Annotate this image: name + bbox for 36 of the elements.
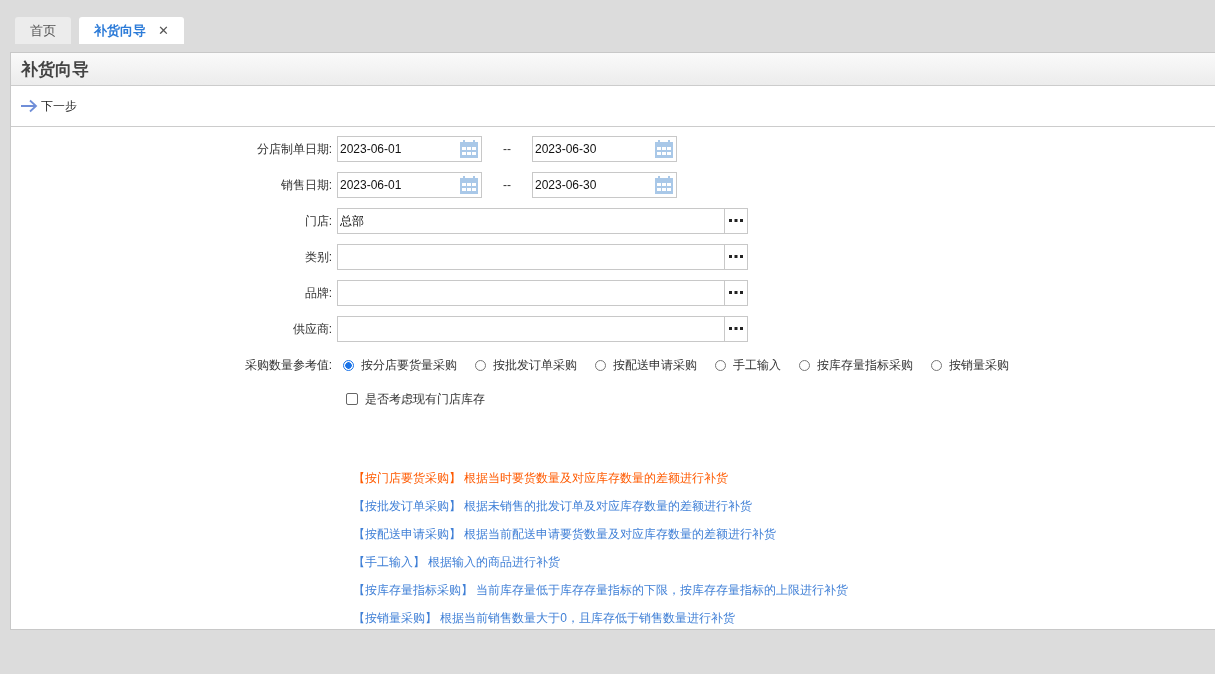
date-field[interactable]: 2023-06-01 bbox=[337, 172, 482, 198]
calendar-icon[interactable] bbox=[654, 175, 674, 195]
close-icon[interactable]: ✕ bbox=[158, 23, 169, 38]
radio-option[interactable]: 按分店要货量采购 bbox=[343, 356, 457, 374]
description-line: 【按配送申请采购】 根据当前配送申请要货数量及对应库存数量的差额进行补货 bbox=[353, 526, 778, 543]
tab[interactable]: 首页 bbox=[15, 17, 71, 44]
field-label: 供应商: bbox=[291, 320, 333, 338]
date-field[interactable]: 2023-06-01 bbox=[337, 136, 482, 162]
checkbox-option[interactable]: 是否考虑现有门店库存 bbox=[337, 390, 485, 408]
panel-title: 补货向导 bbox=[21, 58, 89, 81]
date-field[interactable]: 2023-06-30 bbox=[532, 172, 677, 198]
radio-option[interactable]: 按销量采购 bbox=[931, 356, 1009, 374]
field-label: 门店: bbox=[303, 212, 333, 230]
field-label: 分店制单日期: bbox=[255, 140, 333, 158]
description-line: 【按库存量指标采购】 当前库存量低于库存存量指标的下限，按库存存量指标的上限进行补货 bbox=[353, 582, 850, 599]
description-line: 【手工输入】 根据输入的商品进行补货 bbox=[353, 554, 562, 571]
radio-option[interactable]: 按库存量指标采购 bbox=[799, 356, 913, 374]
radio-option[interactable]: 按批发订单采购 bbox=[475, 356, 577, 374]
calendar-icon[interactable] bbox=[459, 139, 479, 159]
next-step-button[interactable]: 下一步 bbox=[20, 97, 77, 115]
arrow-right-icon bbox=[20, 99, 38, 113]
field-label: 品牌: bbox=[303, 284, 333, 302]
range-separator: -- bbox=[502, 178, 512, 192]
field-label: 销售日期: bbox=[279, 176, 333, 194]
description-line: 【按门店要货采购】 根据当时要货数量及对应库存数量的差额进行补货 bbox=[353, 470, 730, 487]
radio-option[interactable]: 按配送申请采购 bbox=[595, 356, 697, 374]
calendar-icon[interactable] bbox=[459, 175, 479, 195]
tab[interactable]: 补货向导 ✕ bbox=[79, 17, 184, 44]
field-label: 类别: bbox=[303, 248, 333, 266]
field-label: 采购数量参考值: bbox=[243, 356, 333, 374]
range-separator: -- bbox=[502, 142, 512, 156]
date-field[interactable]: 2023-06-30 bbox=[532, 136, 677, 162]
calendar-icon[interactable] bbox=[654, 139, 674, 159]
description-line: 【按销量采购】 根据当前销售数量大于0，且库存低于销售数量进行补货 bbox=[353, 610, 736, 627]
description-line: 【按批发订单采购】 根据未销售的批发订单及对应库存数量的差额进行补货 bbox=[353, 498, 754, 515]
radio-option[interactable]: 手工输入 bbox=[715, 356, 781, 374]
